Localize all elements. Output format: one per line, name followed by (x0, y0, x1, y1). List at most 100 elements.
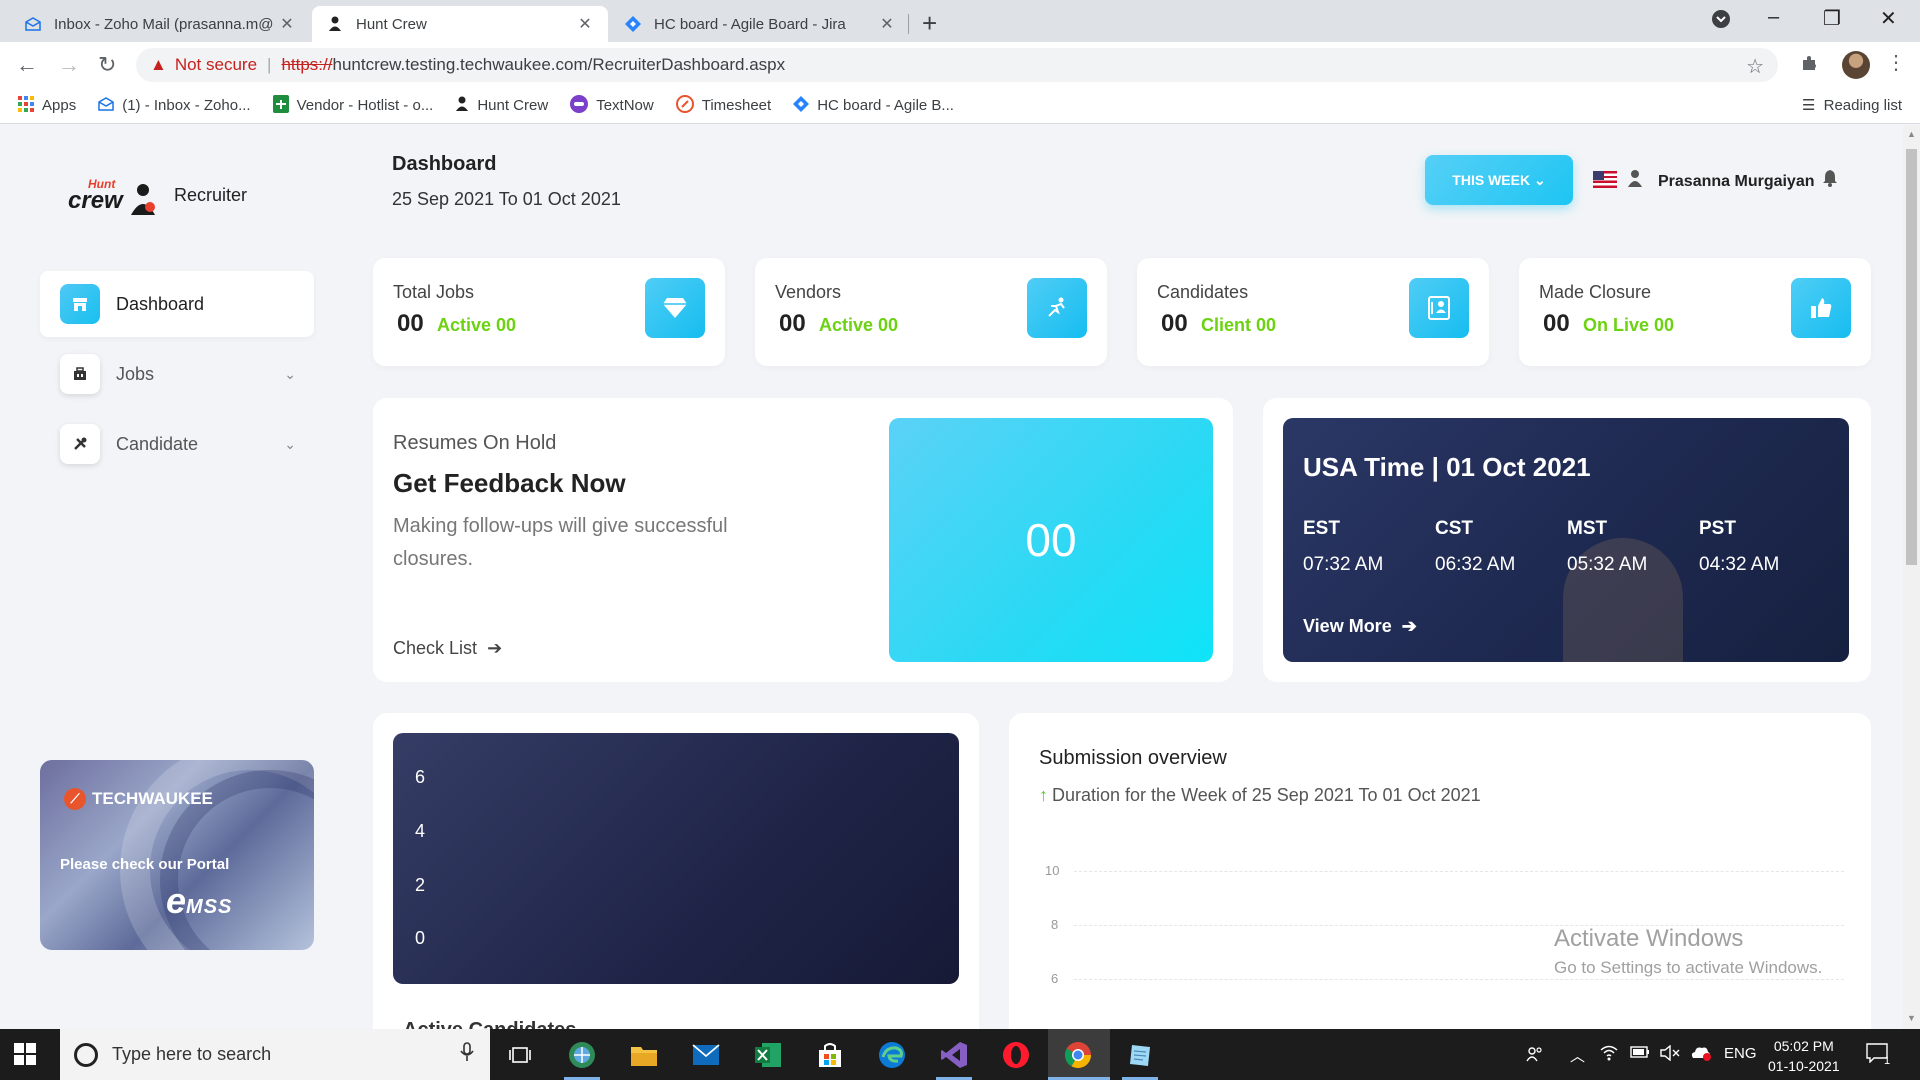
bookmark-apps[interactable]: Apps (18, 95, 76, 116)
visual-studio-icon[interactable] (938, 1039, 970, 1071)
sidebar-item-candidate[interactable]: Candidate ⌄ (40, 411, 314, 477)
close-icon[interactable]: ✕ (576, 14, 594, 34)
page-scrollbar[interactable]: ▲ ▼ (1903, 125, 1920, 1029)
activate-windows-title: Activate Windows (1554, 925, 1744, 952)
tab-search-icon[interactable] (1712, 10, 1730, 34)
usa-time-title: USA Time | 01 Oct 2021 (1303, 452, 1591, 482)
chevron-down-icon: ⌄ (1533, 171, 1546, 188)
url-divider: | (267, 55, 272, 74)
arrow-right-icon: ➔ (482, 638, 503, 658)
resumes-count[interactable]: 00 (889, 418, 1213, 662)
bell-icon[interactable] (1822, 169, 1838, 192)
chrome-icon[interactable] (1062, 1039, 1094, 1071)
tz-time-cst: 06:32 AM (1435, 554, 1516, 575)
window-close-icon[interactable]: ✕ (1880, 6, 1897, 31)
people-icon[interactable] (1526, 1045, 1544, 1067)
huntcrew-icon (455, 96, 469, 116)
scroll-up-arrow-icon[interactable]: ▲ (1907, 129, 1916, 139)
this-week-dropdown[interactable]: THIS WEEK ⌄ (1425, 155, 1573, 205)
file-explorer-icon[interactable] (628, 1039, 660, 1071)
forward-arrow-icon[interactable]: → (58, 52, 80, 78)
tz-label-pst: PST (1699, 518, 1736, 539)
excel-icon[interactable] (752, 1039, 784, 1071)
bookmark-zoho-inbox[interactable]: (1) - Inbox - Zoho... (98, 96, 251, 115)
windows-taskbar: Type here to search ︿ ENG 05:02 PM 01-10… (0, 1029, 1920, 1080)
new-tab-button[interactable]: + (922, 8, 937, 39)
sidebar-item-label: Dashboard (116, 293, 205, 314)
chevron-down-icon[interactable]: ⌄ (284, 366, 296, 383)
mail-app-icon[interactable] (690, 1039, 722, 1071)
warning-icon[interactable]: ▲ (150, 55, 167, 75)
stat-card-total-jobs[interactable]: Total Jobs 00 Active 00 (373, 258, 725, 366)
sidebar-item-dashboard[interactable]: Dashboard (40, 271, 314, 337)
jira-icon (624, 15, 642, 33)
bookmark-textnow[interactable]: TextNow (570, 94, 654, 117)
language-indicator[interactable]: ENG (1724, 1045, 1757, 1062)
globe-app-icon[interactable] (566, 1039, 598, 1071)
activate-windows-subtitle: Go to Settings to activate Windows. (1554, 958, 1823, 977)
onedrive-error-icon[interactable] (1690, 1045, 1712, 1065)
bookmark-vendor-hotlist[interactable]: Vendor - Hotlist - o... (272, 94, 433, 117)
tab-jira[interactable]: HC board - Agile Board - Jira ✕ (610, 6, 910, 42)
role-label: Recruiter (174, 185, 248, 205)
reading-list-button[interactable]: ☰ Reading list (1802, 96, 1902, 114)
scroll-thumb[interactable] (1906, 149, 1917, 565)
y-tick: 6 (1051, 971, 1059, 986)
scroll-down-arrow-icon[interactable]: ▼ (1907, 1013, 1916, 1023)
close-icon[interactable]: ✕ (878, 14, 896, 34)
extensions-puzzle-icon[interactable] (1800, 54, 1818, 77)
usa-time-panel: USA Time | 01 Oct 2021 EST 07:32 AM CST … (1283, 418, 1849, 662)
sidebar-item-jobs[interactable]: Jobs ⌄ (40, 341, 314, 407)
huntcrew-logo[interactable]: Hunt crew (68, 177, 168, 221)
cortana-icon (74, 1042, 98, 1067)
chevron-up-icon[interactable]: ︿ (1570, 1045, 1585, 1066)
battery-icon[interactable] (1630, 1045, 1650, 1062)
tab-zoho-mail[interactable]: Inbox - Zoho Mail (prasanna.m@ ✕ (10, 6, 310, 42)
sidebar-item-label: Jobs (116, 363, 155, 384)
bookmark-hc-board[interactable]: HC board - Agile B... (793, 95, 954, 116)
store-app-icon[interactable] (814, 1039, 846, 1071)
sidebar-item-label: Candidate (116, 433, 199, 454)
security-label[interactable]: Not secure (175, 55, 257, 75)
task-view-icon[interactable] (504, 1039, 536, 1071)
system-clock[interactable]: 05:02 PM 01-10-2021 (1768, 1036, 1840, 1076)
close-icon[interactable]: ✕ (278, 14, 296, 34)
view-more-link[interactable]: View More ➔ (1303, 616, 1417, 637)
taskbar-search-box[interactable]: Type here to search (60, 1029, 490, 1080)
huntcrew-icon (326, 15, 344, 33)
stat-card-made-closure[interactable]: Made Closure 00 On Live 00 (1519, 258, 1871, 366)
reload-icon[interactable]: ↻ (98, 52, 116, 78)
check-list-link[interactable]: Check List ➔ (393, 638, 502, 659)
bookmark-timesheet[interactable]: Timesheet (675, 94, 771, 117)
opera-icon[interactable] (1000, 1039, 1032, 1071)
profile-avatar[interactable] (1842, 51, 1870, 79)
user-icon[interactable] (1627, 169, 1643, 192)
restore-icon[interactable]: ❐ (1823, 6, 1841, 31)
edge-icon[interactable] (876, 1039, 908, 1071)
apps-grid-icon (18, 95, 34, 116)
us-flag-icon[interactable] (1593, 171, 1617, 188)
windows-start-icon[interactable] (14, 1043, 36, 1071)
stat-card-vendors[interactable]: Vendors 00 Active 00 (755, 258, 1107, 366)
timesheet-icon (675, 94, 694, 117)
minimize-icon[interactable]: – (1768, 6, 1779, 29)
chevron-down-icon[interactable]: ⌄ (284, 436, 296, 453)
arrow-right-icon: ➔ (1396, 616, 1417, 636)
notepad-icon[interactable] (1124, 1039, 1156, 1071)
date-range: 25 Sep 2021 To 01 Oct 2021 (392, 189, 621, 209)
user-name[interactable]: Prasanna Murgaiyan (1658, 173, 1815, 191)
address-bar[interactable]: ▲ Not secure | https:// huntcrew.testing… (136, 48, 1778, 82)
back-arrow-icon[interactable]: ← (16, 52, 38, 78)
tab-hunt-crew[interactable]: Hunt Crew ✕ (312, 6, 608, 42)
emss-promo-card[interactable]: ⟋ TECHWAUKEE Please check our Portal eMS… (40, 760, 314, 950)
promo-message: Please check our Portal (60, 856, 230, 873)
runner-icon (1027, 278, 1087, 338)
wifi-icon[interactable] (1600, 1045, 1618, 1065)
stat-card-candidates[interactable]: Candidates 00 Client 00 (1137, 258, 1489, 366)
tz-time-pst: 04:32 AM (1699, 554, 1780, 575)
volume-muted-icon[interactable] (1660, 1044, 1680, 1065)
bookmark-star-icon[interactable]: ☆ (1746, 54, 1764, 79)
menu-kebab-icon[interactable]: ⋮ (1886, 50, 1906, 75)
microphone-icon[interactable] (460, 1042, 474, 1067)
bookmark-hunt-crew[interactable]: Hunt Crew (455, 96, 548, 116)
